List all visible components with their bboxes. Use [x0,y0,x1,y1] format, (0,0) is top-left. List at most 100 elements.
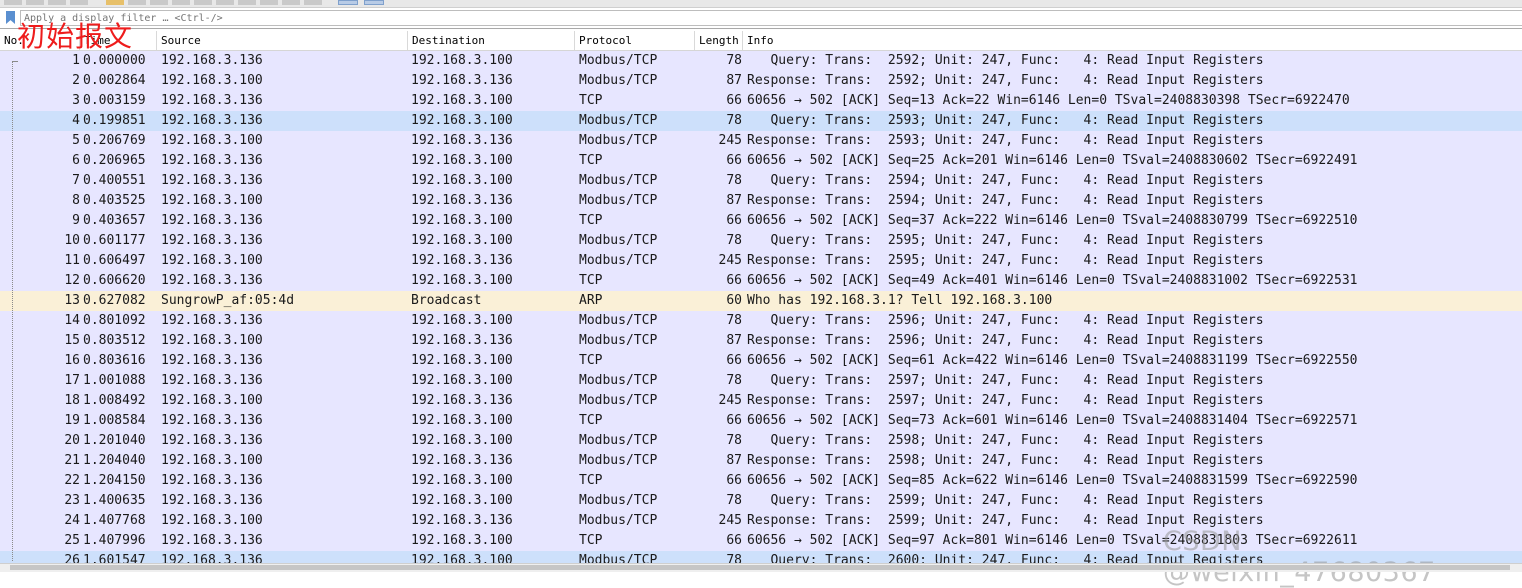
packet-length: 66 [726,273,742,288]
packet-source: 192.168.3.136 [161,213,263,228]
packet-row[interactable]: 20 1.201040 192.168.3.136 192.168.3.100 Modb… [0,431,1522,451]
packet-time: 0.627082 [83,293,146,308]
packet-row[interactable]: 12 0.606620 192.168.3.136 192.168.3.100 TCP 6… [0,271,1522,291]
packet-time: 0.206965 [83,153,146,168]
packet-row[interactable]: 16 0.803616 192.168.3.136 192.168.3.100 TCP 6… [0,351,1522,371]
packet-source: 192.168.3.136 [161,53,263,68]
packet-row[interactable]: 7 0.400551 192.168.3.136 192.168.3.100 Modbu… [0,171,1522,191]
packet-source: 192.168.3.100 [161,513,263,528]
toolbar-button[interactable] [260,0,278,5]
toolbar-button[interactable] [172,0,190,5]
packet-source: 192.168.3.136 [161,433,263,448]
packet-row[interactable]: 23 1.400635 192.168.3.136 192.168.3.100 Modb… [0,491,1522,511]
packet-row[interactable]: 9 0.403657 192.168.3.136 192.168.3.100 TCP 66… [0,211,1522,231]
packet-row[interactable]: 15 0.803512 192.168.3.100 192.168.3.136 Modb… [0,331,1522,351]
display-filter-input[interactable] [20,10,1522,26]
packet-source: 192.168.3.100 [161,453,263,468]
column-header-source[interactable]: Source [157,31,408,50]
packet-destination: 192.168.3.136 [411,133,513,148]
column-header-info[interactable]: Info [743,31,1522,50]
packet-time: 1.001088 [83,373,146,388]
packet-info: Query: Trans: 2599; Unit: 247, Func: 4: … [747,493,1264,508]
packet-row[interactable]: 22 1.204150 192.168.3.136 192.168.3.100 TCP 6… [0,471,1522,491]
packet-protocol: TCP [579,213,603,228]
packet-row[interactable]: 19 1.008584 192.168.3.136 192.168.3.100 TCP 6… [0,411,1522,431]
packet-protocol: Modbus/TCP [579,433,658,448]
packet-destination: 192.168.3.100 [411,473,513,488]
packet-source: 192.168.3.136 [161,373,263,388]
packet-row[interactable]: 5 0.206769 192.168.3.100 192.168.3.136 Modbu… [0,131,1522,151]
packet-info: 60656 → 502 [ACK] Seq=25 Ack=201 Win=614… [747,153,1358,168]
toolbar-button[interactable] [282,0,300,5]
packet-source: 192.168.3.100 [161,73,263,88]
packet-row[interactable]: 8 0.403525 192.168.3.100 192.168.3.136 Modbu… [0,191,1522,211]
packet-row[interactable]: 11 0.606497 192.168.3.100 192.168.3.136 Modb… [0,251,1522,271]
packet-protocol: TCP [579,473,603,488]
packet-length: 78 [726,373,742,388]
autoscroll-toggle-button[interactable] [364,0,384,5]
packet-destination: 192.168.3.100 [411,373,513,388]
annotation-label: 初始报文 [17,20,134,53]
toolbar-button[interactable] [106,0,124,5]
toolbar-button[interactable] [48,0,66,5]
packet-row[interactable]: 21 1.204040 192.168.3.100 192.168.3.136 Modb… [0,451,1522,471]
packet-length: 87 [726,333,742,348]
toolbar-button[interactable] [128,0,146,5]
packet-info: Response: Trans: 2594; Unit: 247, Func: … [747,193,1264,208]
packet-length: 245 [718,513,742,528]
packet-length: 78 [726,53,742,68]
packet-row[interactable]: 4 0.199851 192.168.3.136 192.168.3.100 Modbu… [0,111,1522,131]
packet-protocol: Modbus/TCP [579,113,658,128]
packet-info: Response: Trans: 2592; Unit: 247, Func: … [747,73,1264,88]
packet-row[interactable]: 3 0.003159 192.168.3.136 192.168.3.100 TCP 66… [0,91,1522,111]
packet-source: 192.168.3.136 [161,153,263,168]
packet-time: 0.206769 [83,133,146,148]
packet-protocol: Modbus/TCP [579,393,658,408]
colorize-toggle-button[interactable] [338,0,358,5]
packet-row[interactable]: 2 0.002864 192.168.3.100 192.168.3.136 Modbu… [0,71,1522,91]
toolbar-button[interactable] [26,0,44,5]
packet-row[interactable]: 1 0.000000 192.168.3.136 192.168.3.100 Modbu… [0,51,1522,71]
packet-time: 0.003159 [83,93,146,108]
packet-length: 60 [726,293,742,308]
packet-info: Response: Trans: 2595; Unit: 247, Func: … [747,253,1264,268]
packet-source: 192.168.3.100 [161,133,263,148]
packet-info: Response: Trans: 2598; Unit: 247, Func: … [747,453,1264,468]
packet-protocol: Modbus/TCP [579,193,658,208]
packet-destination: Broadcast [411,293,482,308]
scrollbar-thumb[interactable] [10,565,1510,570]
toolbar-button[interactable] [238,0,256,5]
packet-row[interactable]: 18 1.008492 192.168.3.100 192.168.3.136 Modb… [0,391,1522,411]
packet-destination: 192.168.3.100 [411,233,513,248]
packet-time: 0.606497 [83,253,146,268]
toolbar-button[interactable] [304,0,322,5]
packet-length: 66 [726,93,742,108]
packet-row[interactable]: 10 0.601177 192.168.3.136 192.168.3.100 Modb… [0,231,1522,251]
packet-info: Query: Trans: 2594; Unit: 247, Func: 4: … [747,173,1264,188]
column-header-destination[interactable]: Destination [408,31,575,50]
packet-source: 192.168.3.136 [161,233,263,248]
toolbar-button[interactable] [150,0,168,5]
column-header-length[interactable]: Length [695,31,743,50]
toolbar-button[interactable] [4,0,22,5]
column-header-protocol[interactable]: Protocol [575,31,695,50]
packet-time: 0.403657 [83,213,146,228]
bookmark-icon[interactable] [6,11,15,24]
packet-source: 192.168.3.100 [161,393,263,408]
packet-row[interactable]: 6 0.206965 192.168.3.136 192.168.3.100 TCP 66… [0,151,1522,171]
toolbar-button[interactable] [194,0,212,5]
packet-row[interactable]: 17 1.001088 192.168.3.136 192.168.3.100 Modb… [0,371,1522,391]
packet-row[interactable]: 13 0.627082 SungrowP_af:05:4d Broadcast ARP 6… [0,291,1522,311]
toolbar-button[interactable] [70,0,88,5]
toolbar-button[interactable] [216,0,234,5]
packet-time: 0.601177 [83,233,146,248]
packet-protocol: TCP [579,533,603,548]
packet-length: 66 [726,473,742,488]
packet-row[interactable]: 14 0.801092 192.168.3.136 192.168.3.100 Modb… [0,311,1522,331]
packet-source: 192.168.3.136 [161,473,263,488]
packet-protocol: Modbus/TCP [579,253,658,268]
packet-protocol: TCP [579,153,603,168]
packet-info: 60656 → 502 [ACK] Seq=73 Ack=601 Win=614… [747,413,1358,428]
packet-protocol: TCP [579,93,603,108]
packet-info: 60656 → 502 [ACK] Seq=85 Ack=622 Win=614… [747,473,1358,488]
